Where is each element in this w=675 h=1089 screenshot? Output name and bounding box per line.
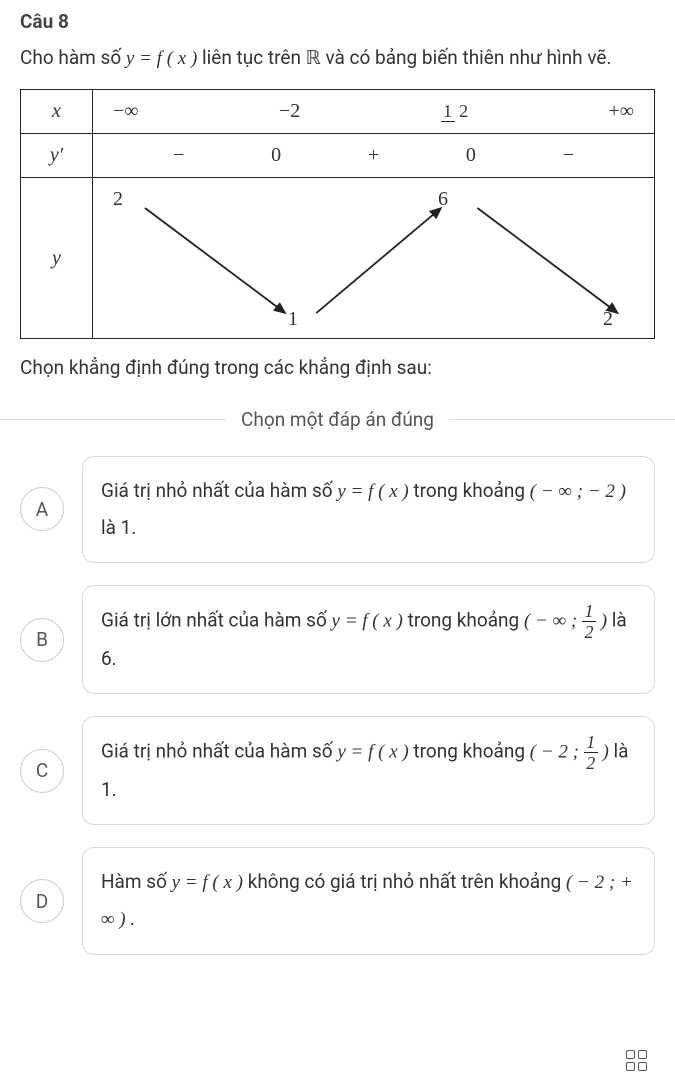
- text: trong khoảng: [409, 479, 530, 502]
- y-val-2a: 2: [113, 188, 123, 211]
- frac-num: 1: [582, 602, 596, 622]
- intro-text: và có bảng biến thiên như hình vẽ.: [325, 46, 611, 69]
- yp-minus1: −: [173, 144, 184, 167]
- text: Giá trị nhỏ nhất của hàm số: [101, 479, 337, 502]
- interval-left: ( − ∞ ;: [524, 611, 582, 632]
- y-val-2b: 2: [603, 308, 613, 331]
- text: Giá trị nhỏ nhất của hàm số: [101, 740, 337, 763]
- choice-letter-d: D: [20, 879, 64, 923]
- interval-right: ): [596, 611, 607, 632]
- frac-den: 2: [584, 622, 593, 641]
- yp-zero1: 0: [271, 144, 281, 167]
- choice-body-c: Giá trị nhỏ nhất của hàm số y = f ( x ) …: [82, 716, 655, 825]
- x-half: 1 2: [441, 101, 469, 122]
- choice-b[interactable]: B Giá trị lớn nhất của hàm số y = f ( x …: [20, 585, 655, 694]
- choice-letter-a: A: [20, 487, 64, 531]
- choice-letter-b: B: [20, 618, 64, 662]
- choice-a[interactable]: A Giá trị nhỏ nhất của hàm số y = f ( x …: [20, 456, 655, 563]
- variation-arrows: [93, 178, 654, 338]
- choice-body-a: Giá trị nhỏ nhất của hàm số y = f ( x ) …: [82, 456, 655, 563]
- text: Giá trị lớn nhất của hàm số: [101, 609, 332, 632]
- text: trong khoảng: [409, 740, 530, 763]
- text: trong khoảng: [403, 609, 524, 632]
- choice-body-d: Hàm số y = f ( x ) không có giá trị nhỏ …: [82, 847, 655, 955]
- choice-body-b: Giá trị lớn nhất của hàm số y = f ( x ) …: [82, 585, 655, 694]
- frac-den: 2: [459, 101, 468, 120]
- yp-minus2: −: [563, 144, 574, 167]
- grid-icon[interactable]: [622, 1046, 650, 1074]
- eq: y = f ( x ): [337, 481, 408, 502]
- intro-text: Cho hàm số: [20, 46, 126, 69]
- real-symbol: ℝ: [306, 48, 321, 69]
- question-number: Câu 8: [20, 10, 655, 33]
- frac-half: 12: [584, 733, 598, 772]
- y-label: y: [21, 178, 93, 338]
- table-row-x: x −∞ −2 1 2 +∞: [21, 90, 654, 134]
- y-val-6: 6: [438, 188, 448, 211]
- interval: ( − ∞ ; − 2 ): [530, 481, 626, 502]
- x-label: x: [21, 90, 93, 133]
- text: là 1.: [101, 516, 136, 539]
- question-prompt: Chọn khẳng định đúng trong các khẳng địn…: [20, 354, 655, 383]
- instruction-row: Chọn một đáp án đúng: [0, 408, 675, 431]
- frac-den: 2: [586, 753, 595, 772]
- x-values: −∞ −2 1 2 +∞: [93, 90, 654, 133]
- y-val-1: 1: [288, 308, 298, 331]
- eq: y = f ( x ): [172, 872, 243, 893]
- intro-text: liên tục trên: [202, 46, 306, 69]
- text: Hàm số: [101, 870, 172, 893]
- x-neg2: −2: [279, 100, 300, 123]
- interval-right: ): [598, 742, 609, 763]
- eq: y = f ( x ): [332, 611, 403, 632]
- frac-num: 1: [441, 102, 455, 122]
- intro-eq: y = f ( x ): [126, 48, 197, 69]
- text: không có giá trị nhỏ nhất trên khoảng: [243, 870, 566, 893]
- y-graph: 2 1 6 2: [93, 178, 654, 338]
- x-pos-inf: +∞: [608, 100, 634, 123]
- frac-half: 12: [582, 602, 596, 641]
- frac-num: 1: [584, 733, 598, 753]
- choice-c[interactable]: C Giá trị nhỏ nhất của hàm số y = f ( x …: [20, 716, 655, 825]
- variation-table: x −∞ −2 1 2 +∞ y′ − 0 + 0 − y: [20, 89, 655, 339]
- yp-plus: +: [368, 144, 379, 167]
- yprime-label: y′: [21, 134, 93, 177]
- choice-letter-c: C: [20, 749, 64, 793]
- table-row-y: y 2 1 6 2: [21, 178, 654, 338]
- question-intro: Cho hàm số y = f ( x ) liên tục trên ℝ v…: [20, 43, 655, 74]
- yp-zero2: 0: [466, 144, 476, 167]
- choice-d[interactable]: D Hàm số y = f ( x ) không có giá trị nh…: [20, 847, 655, 955]
- table-row-yprime: y′ − 0 + 0 −: [21, 134, 654, 178]
- x-neg-inf: −∞: [113, 100, 139, 123]
- eq: y = f ( x ): [337, 742, 408, 763]
- instruction-text: Chọn một đáp án đúng: [226, 408, 449, 431]
- interval-left: ( − 2 ;: [530, 742, 584, 763]
- yprime-values: − 0 + 0 −: [93, 134, 654, 177]
